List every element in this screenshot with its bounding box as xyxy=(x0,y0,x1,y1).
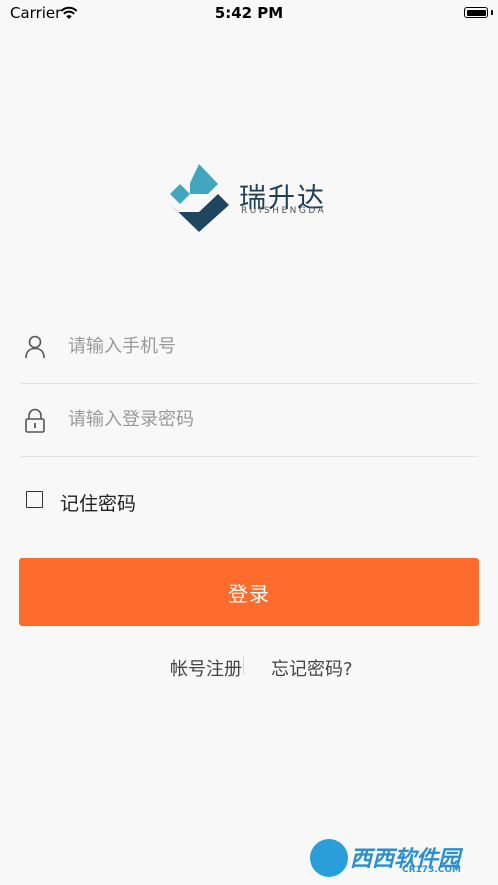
watermark-site: CR173.COM xyxy=(402,865,461,875)
user-icon xyxy=(24,335,46,363)
forgot-password-link[interactable]: 忘记密码? xyxy=(271,655,353,681)
watermark-logo-icon xyxy=(310,839,348,877)
password-field xyxy=(20,384,478,457)
auth-links: 帐号注册 忘记密码? xyxy=(0,655,498,681)
register-link[interactable]: 帐号注册 xyxy=(170,655,242,681)
logo-mark-icon xyxy=(168,164,229,232)
phone-field xyxy=(20,311,478,384)
battery-icon xyxy=(464,7,488,18)
battery-tip xyxy=(491,10,493,15)
remember-label: 记住密码 xyxy=(60,493,137,515)
lock-icon xyxy=(24,408,46,438)
login-button[interactable]: 登录 xyxy=(19,558,479,626)
app-logo: 瑞升达 RUISHENGDA xyxy=(166,162,336,234)
logo-subtitle: RUISHENGDA xyxy=(241,206,327,216)
password-input[interactable] xyxy=(68,404,448,434)
phone-input[interactable] xyxy=(68,331,448,361)
remember-checkbox[interactable] xyxy=(26,491,43,508)
watermark: 西西软件园 CR173.COM xyxy=(310,839,480,877)
status-bar: Carrier 5:42 PM xyxy=(0,0,498,28)
clock: 5:42 PM xyxy=(214,4,284,22)
link-divider xyxy=(243,657,244,675)
